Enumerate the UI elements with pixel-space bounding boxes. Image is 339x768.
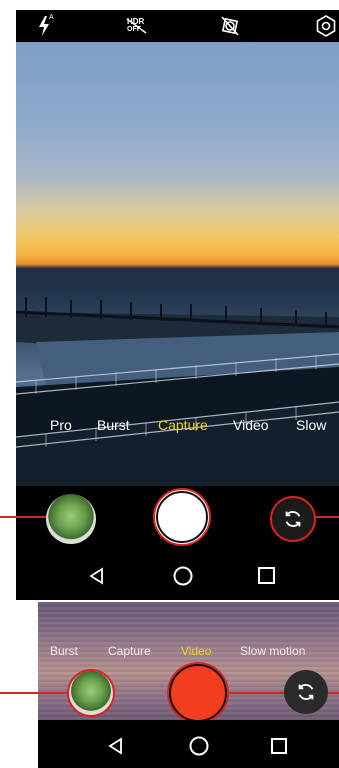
mode-slow-motion[interactable]: Slow motion <box>240 644 305 658</box>
record-button[interactable] <box>169 664 227 722</box>
mode-burst[interactable]: Burst <box>97 417 130 433</box>
flash-auto-icon[interactable]: A <box>34 14 58 38</box>
annotation-line-left <box>0 516 48 518</box>
mode-video-2[interactable]: Video <box>181 644 211 658</box>
switch-camera-icon-2 <box>298 684 314 700</box>
mode-slow[interactable]: Slow <box>296 417 326 433</box>
back-icon-2[interactable] <box>107 737 125 755</box>
ai-scene-off-icon[interactable] <box>218 14 242 38</box>
mode-burst-2[interactable]: Burst <box>50 644 78 658</box>
hdr-off-icon[interactable]: HDR OFF <box>124 14 150 38</box>
home-icon[interactable] <box>172 565 194 587</box>
back-icon[interactable] <box>88 567 106 585</box>
home-icon-2[interactable] <box>188 735 210 757</box>
gallery-thumbnail-2[interactable] <box>67 669 115 717</box>
switch-camera-button-2[interactable] <box>284 670 328 714</box>
switch-camera-icon <box>285 511 301 527</box>
mode-capture[interactable]: Capture <box>158 417 208 433</box>
switch-camera-button[interactable] <box>270 496 316 542</box>
annotation-line-left-2 <box>0 692 68 694</box>
gallery-thumbnail[interactable] <box>46 494 96 544</box>
settings-icon[interactable] <box>314 14 338 38</box>
top-status-bar: A HDR OFF <box>16 10 339 42</box>
mode-pro[interactable]: Pro <box>50 417 72 433</box>
annotation-line-right <box>314 516 339 518</box>
recents-icon-2[interactable] <box>270 737 288 755</box>
mode-video[interactable]: Video <box>233 417 269 433</box>
mode-capture-2[interactable]: Capture <box>108 644 151 658</box>
shutter-button[interactable] <box>153 488 211 546</box>
recents-icon[interactable] <box>257 566 276 585</box>
